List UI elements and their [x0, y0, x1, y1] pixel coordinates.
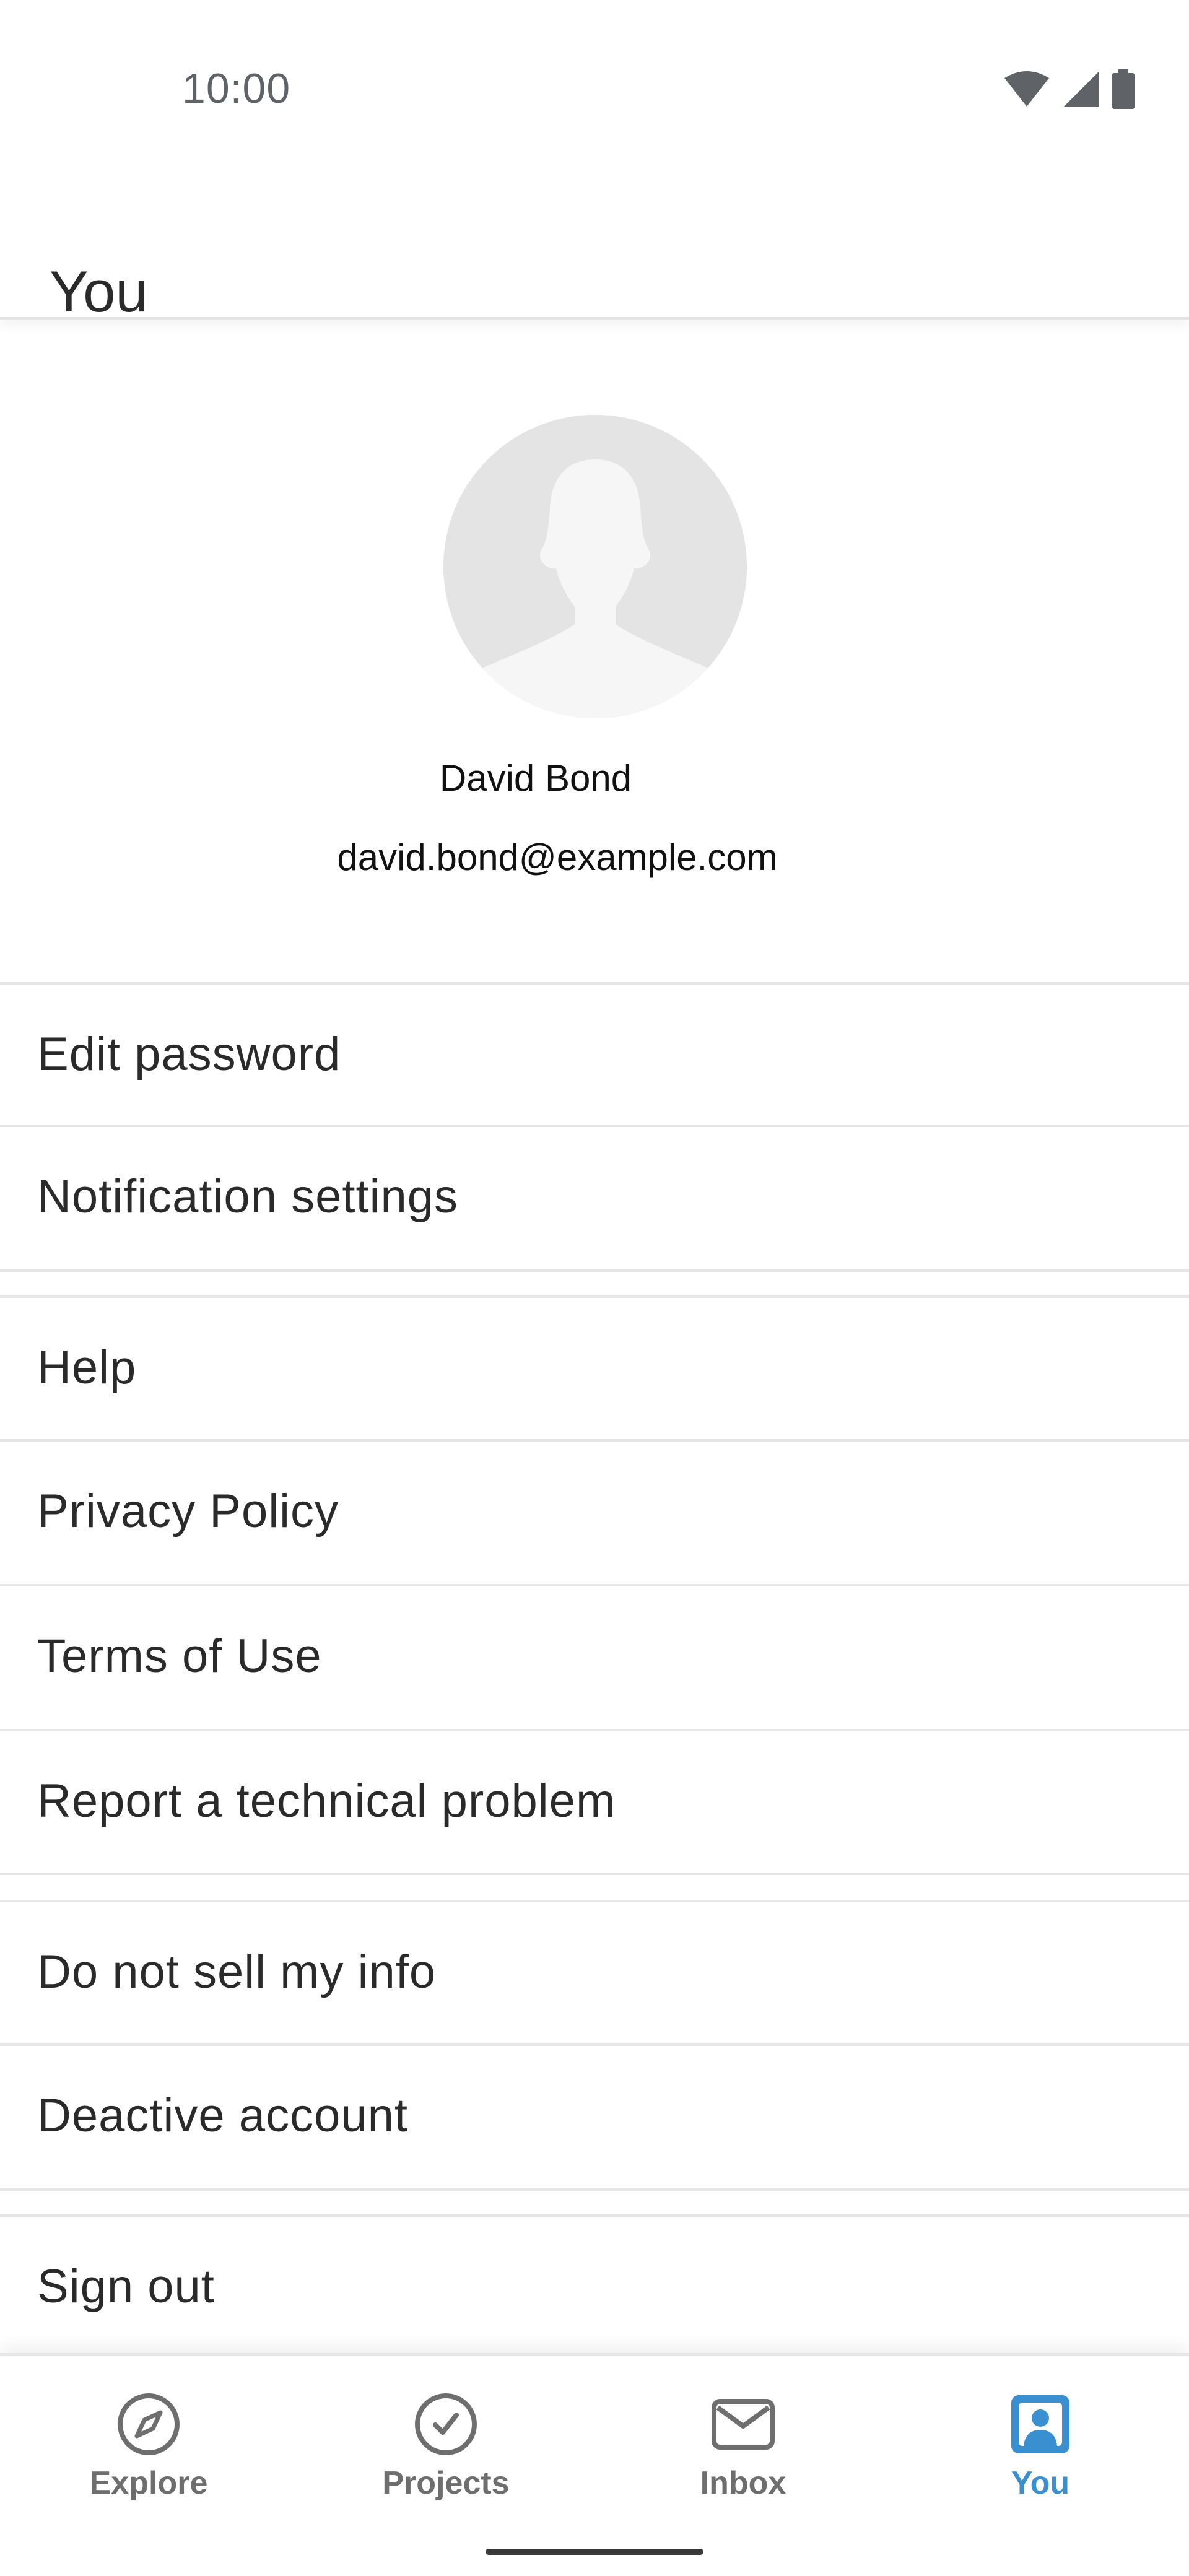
nav-tab-inbox[interactable]: Inbox — [644, 2390, 842, 2526]
signal-icon — [1064, 72, 1099, 107]
group-divider — [0, 1269, 1189, 1297]
menu-item-help[interactable]: Help — [0, 1295, 1189, 1440]
profile-email: david.bond@example.com — [337, 837, 778, 878]
nav-label: You — [1011, 2465, 1070, 2501]
menu-item-label: Do not sell my info — [37, 1946, 437, 1998]
avatar[interactable] — [443, 415, 747, 718]
menu-item-notification-settings[interactable]: Notification settings — [0, 1125, 1189, 1269]
group-divider — [0, 2188, 1189, 2216]
menu-item-label: Edit password — [37, 1028, 341, 1081]
status-bar: 10:00 — [0, 0, 1189, 186]
app-bar: You — [0, 186, 1189, 324]
nav-label: Projects — [382, 2465, 510, 2501]
nav-label: Explore — [89, 2465, 208, 2501]
battery-icon — [1112, 69, 1135, 109]
wifi-icon — [1004, 71, 1049, 107]
check-circle-icon — [415, 2393, 477, 2455]
nav-tab-projects[interactable]: Projects — [347, 2390, 545, 2526]
menu-item-label: Report a technical problem — [37, 1775, 616, 1827]
default-avatar-icon — [443, 415, 747, 718]
menu-item-label: Privacy Policy — [37, 1485, 339, 1538]
menu-item-terms-of-use[interactable]: Terms of Use — [0, 1584, 1189, 1729]
profile-icon — [1011, 2395, 1069, 2453]
nav-tab-you[interactable]: You — [941, 2390, 1139, 2526]
status-time: 10:00 — [182, 65, 291, 112]
group-divider — [0, 1873, 1189, 1900]
profile-section: David Bond david.bond@example.com — [0, 322, 1189, 982]
profile-name: David Bond — [439, 757, 632, 799]
envelope-icon — [712, 2399, 775, 2450]
status-icons — [1003, 69, 1135, 109]
menu-item-label: Terms of Use — [37, 1630, 322, 1682]
menu-item-label: Notification settings — [37, 1170, 458, 1223]
menu-item-privacy-policy[interactable]: Privacy Policy — [0, 1439, 1189, 1584]
menu-item-report-problem[interactable]: Report a technical problem — [0, 1729, 1189, 1874]
bottom-nav: Explore Projects Inbox You — [0, 2353, 1189, 2576]
home-indicator[interactable] — [486, 2549, 703, 2555]
menu-item-edit-password[interactable]: Edit password — [0, 982, 1189, 1127]
nav-label: Inbox — [700, 2465, 786, 2501]
compass-icon — [118, 2393, 180, 2455]
nav-tab-explore[interactable]: Explore — [50, 2390, 248, 2526]
menu-item-sign-out[interactable]: Sign out — [0, 2214, 1189, 2359]
menu-item-label: Sign out — [37, 2260, 215, 2313]
menu-item-label: Deactive account — [37, 2089, 408, 2142]
menu-item-deactivate-account[interactable]: Deactive account — [0, 2043, 1189, 2188]
menu-item-do-not-sell[interactable]: Do not sell my info — [0, 1900, 1189, 2045]
menu-item-label: Help — [37, 1341, 137, 1394]
